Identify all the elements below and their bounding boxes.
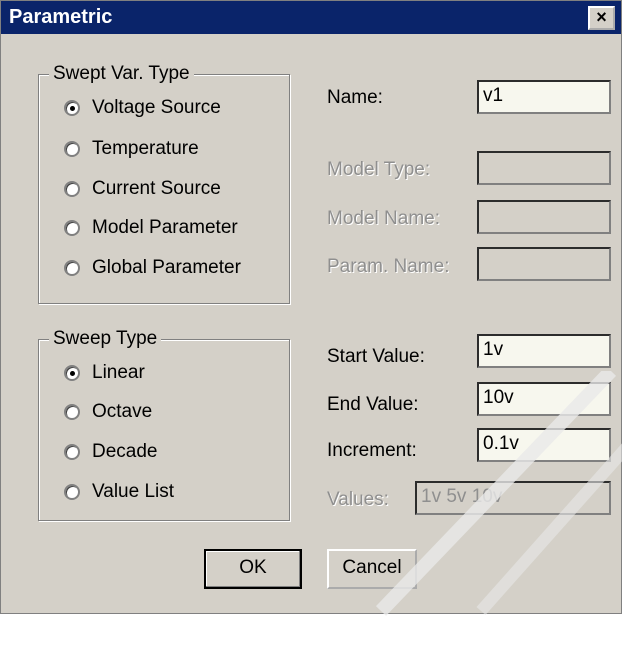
radio-linear[interactable]: Linear (64, 362, 145, 384)
close-button[interactable]: × (588, 6, 615, 30)
close-icon: × (596, 7, 607, 27)
start-value-label: Start Value: (327, 346, 425, 367)
radio-octave-indicator (64, 404, 80, 420)
radio-linear-indicator (64, 365, 80, 381)
radio-voltage-source-label: Voltage Source (92, 97, 221, 118)
radio-model-parameter[interactable]: Model Parameter (64, 217, 238, 239)
cancel-button[interactable]: Cancel (327, 549, 417, 589)
dialog-title: Parametric (9, 6, 113, 28)
parametric-dialog: Parametric × Swept Var. Type Voltage Sou… (0, 0, 622, 616)
end-value-label: End Value: (327, 394, 419, 415)
radio-decade-indicator (64, 444, 80, 460)
radio-value-list-indicator (64, 484, 80, 500)
radio-global-parameter-indicator (64, 260, 80, 276)
radio-global-parameter-label: Global Parameter (92, 257, 241, 278)
ok-button[interactable]: OK (204, 549, 302, 589)
increment-field[interactable]: 0.1v (477, 428, 611, 462)
radio-voltage-source[interactable]: Voltage Source (64, 97, 221, 119)
radio-temperature[interactable]: Temperature (64, 138, 199, 160)
name-label: Name: (327, 87, 383, 108)
radio-linear-label: Linear (92, 362, 145, 383)
radio-current-source-label: Current Source (92, 178, 221, 199)
model-name-label: Model Name: (327, 208, 440, 229)
values-label: Values: (327, 489, 389, 510)
radio-value-list-label: Value List (92, 481, 175, 502)
model-type-field[interactable] (477, 151, 611, 185)
name-field[interactable]: v1 (477, 80, 611, 114)
title-bar: Parametric × (1, 1, 621, 34)
radio-value-list[interactable]: Value List (64, 481, 174, 503)
radio-decade[interactable]: Decade (64, 441, 158, 463)
radio-temperature-indicator (64, 141, 80, 157)
radio-model-parameter-label: Model Parameter (92, 217, 238, 238)
end-value-field[interactable]: 10v (477, 382, 611, 416)
param-name-label: Param. Name: (327, 256, 450, 277)
radio-current-source[interactable]: Current Source (64, 178, 221, 200)
increment-label: Increment: (327, 440, 417, 461)
start-value-field[interactable]: 1v (477, 334, 611, 368)
radio-octave-label: Octave (92, 401, 153, 422)
radio-temperature-label: Temperature (92, 138, 199, 159)
swept-var-type-legend: Swept Var. Type (49, 63, 194, 85)
model-name-field[interactable] (477, 200, 611, 234)
sweep-type-legend: Sweep Type (49, 328, 162, 350)
radio-decade-label: Decade (92, 441, 158, 462)
values-field[interactable]: 1v 5v 10v (415, 481, 611, 515)
radio-global-parameter[interactable]: Global Parameter (64, 257, 241, 279)
radio-model-parameter-indicator (64, 220, 80, 236)
radio-voltage-source-indicator (64, 100, 80, 116)
param-name-field[interactable] (477, 247, 611, 281)
radio-current-source-indicator (64, 181, 80, 197)
radio-octave[interactable]: Octave (64, 401, 152, 423)
model-type-label: Model Type: (327, 159, 431, 180)
